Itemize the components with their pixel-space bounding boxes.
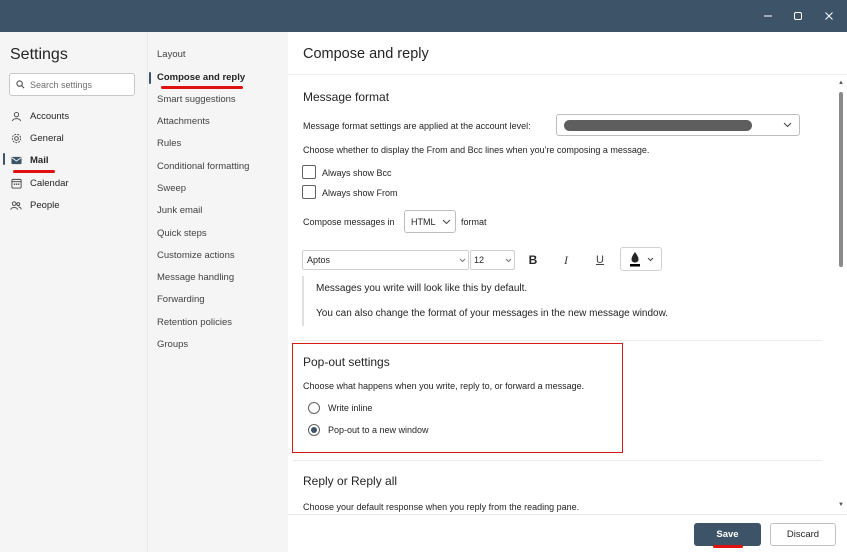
header-divider (288, 74, 847, 75)
mail-icon (10, 154, 22, 166)
subnav-item-customize-actions[interactable]: Customize actions (157, 249, 235, 263)
account-select-dropdown[interactable] (556, 114, 800, 136)
subnav-item-smart-suggestions[interactable]: Smart suggestions (157, 93, 236, 107)
search-placeholder: Search settings (30, 79, 93, 90)
annotation-underline (161, 86, 243, 89)
chevron-down-icon (459, 258, 466, 263)
subnav-item-conditional-formatting[interactable]: Conditional formatting (157, 160, 249, 174)
mail-settings-nav (147, 32, 288, 552)
popout-new-window-label: Pop-out to a new window (328, 425, 429, 435)
subnav-item-layout[interactable]: Layout (157, 48, 186, 62)
font-family-select[interactable]: Aptos (302, 250, 469, 270)
compose-format-select[interactable]: HTML (404, 210, 456, 233)
always-show-bcc-checkbox[interactable] (302, 165, 316, 179)
discard-button[interactable]: Discard (770, 523, 836, 546)
write-inline-label: Write inline (328, 403, 373, 413)
footer-bar (288, 514, 847, 552)
minimize-button[interactable] (753, 0, 783, 32)
subnav-item-quick-steps[interactable]: Quick steps (157, 227, 207, 241)
nav-item-label: Accounts (30, 110, 70, 122)
compose-in-suffix: format (461, 217, 487, 227)
selected-indicator (149, 72, 151, 84)
font-family-value: Aptos (307, 255, 331, 265)
search-settings-input[interactable]: Search settings (9, 73, 135, 96)
scroll-down-icon[interactable]: ▼ (838, 502, 844, 508)
bold-button[interactable]: B (525, 251, 541, 269)
message-format-heading: Message format (303, 90, 390, 104)
reply-heading: Reply or Reply all (303, 474, 398, 488)
font-size-select[interactable]: 12 (470, 250, 515, 270)
underline-button[interactable]: U (592, 251, 608, 269)
close-icon (825, 12, 833, 20)
font-color-button[interactable] (620, 247, 662, 271)
chevron-down-icon (505, 258, 512, 263)
scroll-up-icon[interactable]: ▲ (838, 80, 844, 86)
nav-item-label: Calendar (30, 177, 69, 189)
always-show-from-label: Always show From (322, 188, 398, 198)
people-icon (10, 199, 22, 211)
person-icon (10, 110, 22, 122)
subnav-item-sweep[interactable]: Sweep (157, 182, 186, 196)
popout-description: Choose what happens when you write, repl… (303, 381, 585, 391)
font-size-value: 12 (474, 255, 485, 265)
preview-line-1: Messages you write will look like this b… (316, 283, 528, 294)
subnav-item-forwarding[interactable]: Forwarding (157, 293, 205, 307)
nav-item-accounts[interactable]: Accounts (10, 108, 69, 124)
subnav-item-retention-policies[interactable]: Retention policies (157, 316, 232, 330)
popout-new-window-radio[interactable] (308, 424, 320, 436)
subnav-item-attachments[interactable]: Attachments (157, 115, 210, 129)
selected-indicator (3, 153, 5, 165)
chevron-down-icon (647, 257, 654, 262)
preview-line-2: You can also change the format of your m… (316, 308, 669, 319)
title-bar (0, 0, 847, 32)
section-divider (293, 340, 822, 341)
save-button[interactable]: Save (694, 523, 761, 546)
page-title: Compose and reply (303, 46, 429, 62)
annotation-underline (13, 170, 55, 173)
gear-icon (10, 132, 22, 144)
write-inline-radio[interactable] (308, 402, 320, 414)
subnav-item-compose-and-reply[interactable]: Compose and reply (157, 71, 245, 85)
chevron-down-icon (442, 219, 451, 225)
popout-settings-heading: Pop-out settings (303, 355, 390, 369)
search-icon (16, 80, 25, 89)
underline-icon: U (596, 254, 604, 266)
from-bcc-text: Choose whether to display the From and B… (303, 145, 650, 155)
close-button[interactable] (814, 0, 844, 32)
redacted-account (564, 120, 752, 131)
minimize-icon (764, 15, 772, 17)
compose-in-prefix: Compose messages in (303, 217, 395, 227)
nav-item-label: General (30, 132, 64, 144)
compose-format-value: HTML (411, 216, 436, 227)
subnav-item-rules[interactable]: Rules (157, 137, 181, 151)
italic-icon: I (564, 252, 568, 267)
nav-item-calendar[interactable]: Calendar (10, 175, 69, 191)
nav-item-general[interactable]: General (10, 130, 64, 146)
always-show-from-checkbox[interactable] (302, 185, 316, 199)
italic-button[interactable]: I (558, 251, 574, 269)
section-divider (293, 460, 822, 461)
font-color-icon (630, 252, 640, 267)
scrollbar-thumb[interactable] (839, 92, 843, 267)
calendar-icon (10, 177, 22, 189)
account-level-text: Message format settings are applied at t… (303, 121, 531, 131)
nav-item-label: People (30, 199, 60, 211)
annotation-underline (713, 545, 743, 548)
settings-title: Settings (10, 46, 68, 63)
subnav-item-groups[interactable]: Groups (157, 338, 188, 352)
preview-bar (302, 276, 304, 326)
subnav-item-message-handling[interactable]: Message handling (157, 271, 234, 285)
maximize-button[interactable] (783, 0, 813, 32)
always-show-bcc-label: Always show Bcc (322, 168, 392, 178)
chevron-down-icon (783, 122, 792, 128)
bold-icon: B (528, 253, 538, 267)
nav-item-label: Mail (30, 154, 49, 166)
nav-item-mail[interactable]: Mail (10, 152, 48, 168)
maximize-icon (794, 12, 802, 20)
nav-item-people[interactable]: People (10, 197, 60, 213)
reply-description: Choose your default response when you re… (303, 502, 580, 512)
subnav-item-junk-email[interactable]: Junk email (157, 204, 202, 218)
